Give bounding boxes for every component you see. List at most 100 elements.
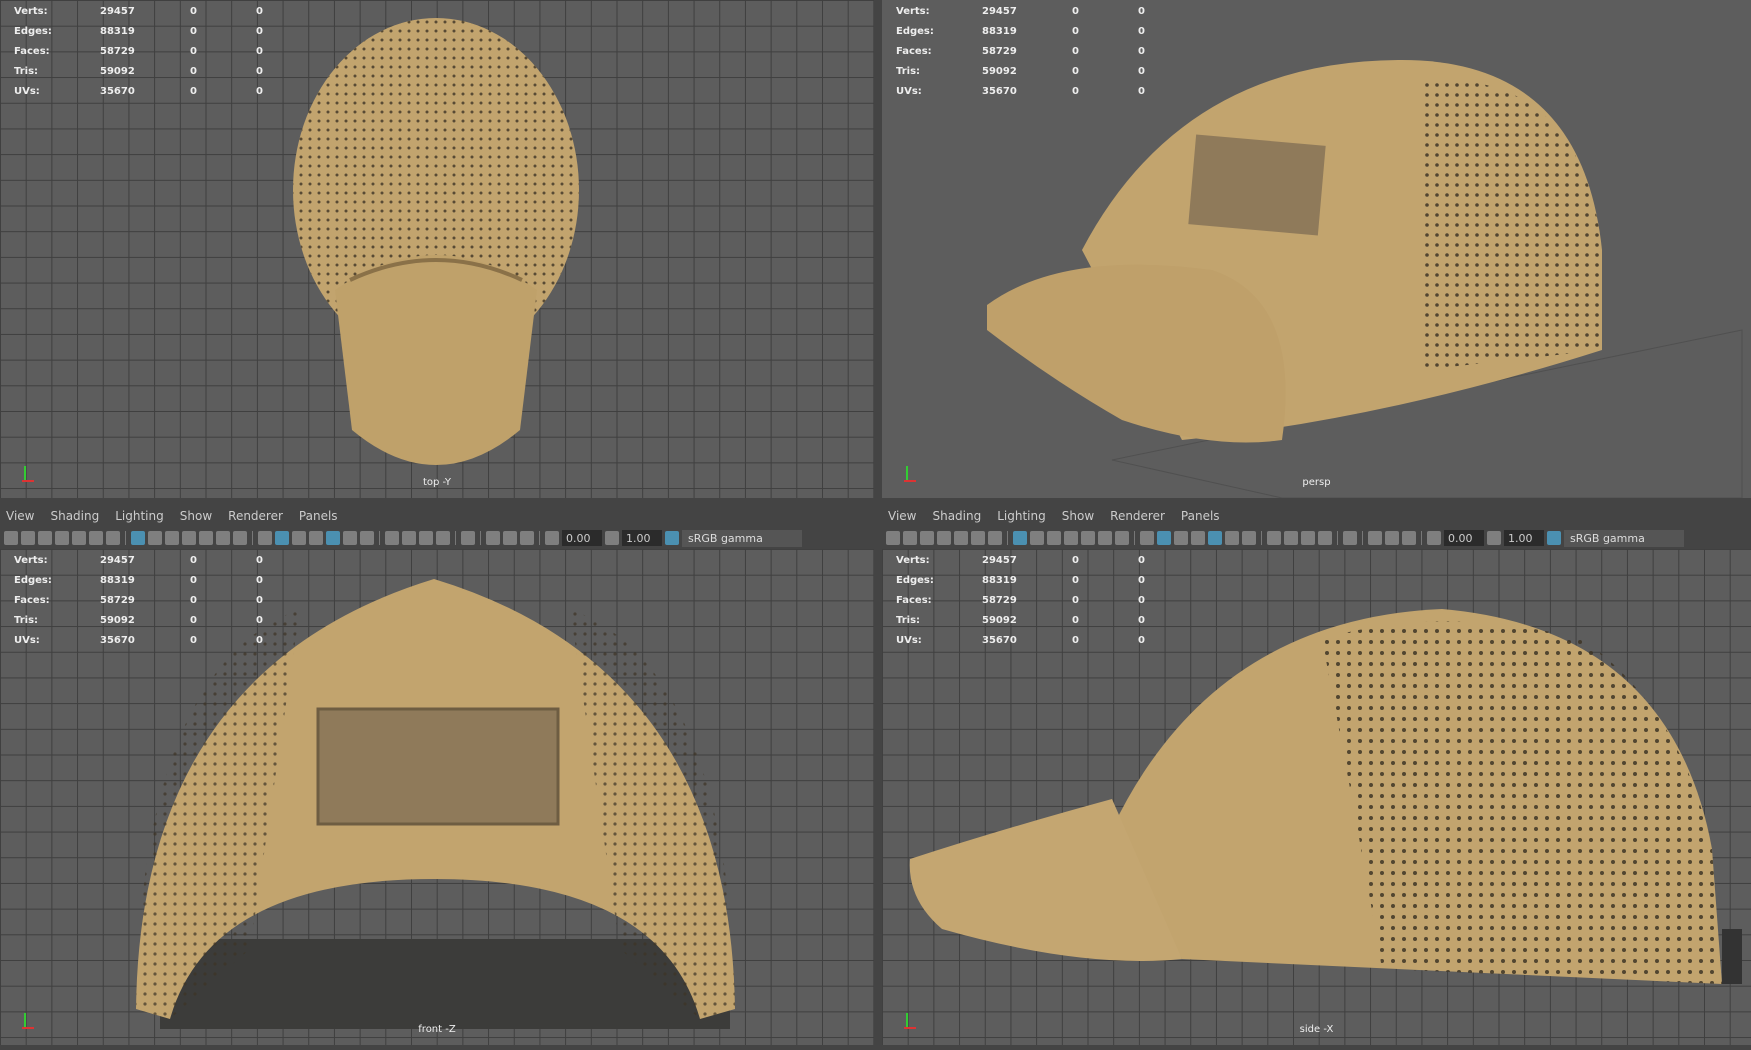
viewport-persp[interactable]: persp Verts: 29457 0 0 Edges: 88319 0 0 Faces: 58… bbox=[882, 0, 1751, 498]
ambient-occlusion-icon[interactable] bbox=[1267, 531, 1281, 545]
use-lights-icon[interactable] bbox=[1225, 531, 1239, 545]
field-chart-icon[interactable] bbox=[199, 531, 213, 545]
depth-of-field-icon[interactable] bbox=[436, 531, 450, 545]
menu-panels[interactable]: Panels bbox=[1181, 509, 1220, 523]
gate-mask-icon[interactable] bbox=[1064, 531, 1078, 545]
hud-value: 59092 bbox=[100, 66, 135, 77]
viewport-front[interactable]: front -Z Verts: 29457 0 0 Edges: 88319 0 0 Faces… bbox=[0, 549, 874, 1045]
smooth-shade-icon[interactable] bbox=[275, 531, 289, 545]
resolution-gate-icon[interactable] bbox=[165, 531, 179, 545]
camera-attr-icon[interactable] bbox=[920, 531, 934, 545]
film-gate-icon[interactable] bbox=[148, 531, 162, 545]
2d-pan-icon[interactable] bbox=[988, 531, 1002, 545]
hud-row: Edges: 88319 0 0 bbox=[14, 22, 322, 42]
motion-blur-icon[interactable] bbox=[402, 531, 416, 545]
isolate-select-icon[interactable] bbox=[461, 531, 475, 545]
safe-action-icon[interactable] bbox=[1098, 531, 1112, 545]
2d-pan-icon[interactable] bbox=[106, 531, 120, 545]
camera-lock-icon[interactable] bbox=[903, 531, 917, 545]
menu-renderer[interactable]: Renderer bbox=[228, 509, 283, 523]
hud-sel2: 0 bbox=[1138, 46, 1145, 57]
xray-icon[interactable] bbox=[326, 531, 340, 545]
grease-pencil-icon[interactable] bbox=[89, 531, 103, 545]
xray-joints-icon[interactable] bbox=[1368, 531, 1382, 545]
default-material-icon[interactable] bbox=[1174, 531, 1188, 545]
use-lights-icon[interactable] bbox=[343, 531, 357, 545]
hud-row: Tris: 59092 0 0 bbox=[896, 611, 1204, 631]
xray-active-icon[interactable] bbox=[503, 531, 517, 545]
camera-attr-icon[interactable] bbox=[38, 531, 52, 545]
color-management-toggle-icon[interactable] bbox=[1547, 531, 1561, 545]
menu-shading[interactable]: Shading bbox=[932, 509, 981, 523]
viewport-top[interactable]: top -Y Verts: 29457 0 0 Edges: 88319 0 0 Faces: 5… bbox=[0, 0, 874, 498]
shadows-icon[interactable] bbox=[360, 531, 374, 545]
panel-top: top -Y Verts: 29457 0 0 Edges: 88319 0 0 Faces: 5… bbox=[0, 0, 876, 500]
hud-value: 35670 bbox=[982, 86, 1017, 97]
camera-icon[interactable] bbox=[886, 531, 900, 545]
gamma-field[interactable]: 1.00 bbox=[1504, 530, 1544, 546]
hud-row: Faces: 58729 0 0 bbox=[896, 42, 1204, 62]
menu-panels[interactable]: Panels bbox=[299, 509, 338, 523]
hud-label: UVs: bbox=[14, 86, 40, 97]
wireframe-on-shaded-icon[interactable] bbox=[309, 531, 323, 545]
menu-view[interactable]: View bbox=[6, 509, 34, 523]
anti-alias-icon[interactable] bbox=[1301, 531, 1315, 545]
menu-show[interactable]: Show bbox=[1062, 509, 1094, 523]
safe-title-icon[interactable] bbox=[233, 531, 247, 545]
grid-icon[interactable] bbox=[1013, 531, 1027, 545]
grid-icon[interactable] bbox=[131, 531, 145, 545]
xray-joints-icon[interactable] bbox=[486, 531, 500, 545]
viewport-side[interactable]: side -X Verts: 29457 0 0 Edges: 88319 0 0 Faces:… bbox=[882, 549, 1751, 1045]
backface-icon[interactable] bbox=[520, 531, 534, 545]
image-plane-icon[interactable] bbox=[72, 531, 86, 545]
camera-icon[interactable] bbox=[4, 531, 18, 545]
motion-blur-icon[interactable] bbox=[1284, 531, 1298, 545]
grease-pencil-icon[interactable] bbox=[971, 531, 985, 545]
hud-label: Edges: bbox=[14, 575, 52, 586]
hud-sel: 0 bbox=[190, 66, 197, 77]
camera-label: side -X bbox=[1299, 1024, 1334, 1035]
shadows-icon[interactable] bbox=[1242, 531, 1256, 545]
image-plane-icon[interactable] bbox=[954, 531, 968, 545]
bookmark-icon[interactable] bbox=[55, 531, 69, 545]
smooth-shade-icon[interactable] bbox=[1157, 531, 1171, 545]
gate-mask-icon[interactable] bbox=[182, 531, 196, 545]
hud-label: Edges: bbox=[14, 26, 52, 37]
gamma-field[interactable]: 1.00 bbox=[622, 530, 662, 546]
menu-shading[interactable]: Shading bbox=[50, 509, 99, 523]
exposure-field[interactable]: 0.00 bbox=[562, 530, 602, 546]
safe-title-icon[interactable] bbox=[1115, 531, 1129, 545]
xray-active-icon[interactable] bbox=[1385, 531, 1399, 545]
hud-sel2: 0 bbox=[256, 26, 263, 37]
color-management-toggle-icon[interactable] bbox=[665, 531, 679, 545]
wireframe-icon[interactable] bbox=[1140, 531, 1154, 545]
wireframe-on-shaded-icon[interactable] bbox=[1191, 531, 1205, 545]
menu-renderer[interactable]: Renderer bbox=[1110, 509, 1165, 523]
camera-lock-icon[interactable] bbox=[21, 531, 35, 545]
backface-icon[interactable] bbox=[1402, 531, 1416, 545]
hud-value: 58729 bbox=[100, 46, 135, 57]
depth-of-field-icon[interactable] bbox=[1318, 531, 1332, 545]
panel-persp: persp Verts: 29457 0 0 Edges: 88319 0 0 Faces: 58… bbox=[882, 0, 1751, 500]
resolution-gate-icon[interactable] bbox=[1047, 531, 1061, 545]
menu-view[interactable]: View bbox=[888, 509, 916, 523]
menu-show[interactable]: Show bbox=[180, 509, 212, 523]
xray-icon[interactable] bbox=[1208, 531, 1222, 545]
isolate-select-icon[interactable] bbox=[1343, 531, 1357, 545]
exposure-field[interactable]: 0.00 bbox=[1444, 530, 1484, 546]
field-chart-icon[interactable] bbox=[1081, 531, 1095, 545]
wireframe-icon[interactable] bbox=[258, 531, 272, 545]
safe-action-icon[interactable] bbox=[216, 531, 230, 545]
exposure-icon bbox=[1427, 531, 1441, 545]
film-gate-icon[interactable] bbox=[1030, 531, 1044, 545]
menu-lighting[interactable]: Lighting bbox=[997, 509, 1046, 523]
color-space-dropdown[interactable]: sRGB gamma bbox=[682, 529, 802, 547]
anti-alias-icon[interactable] bbox=[419, 531, 433, 545]
color-space-dropdown[interactable]: sRGB gamma bbox=[1564, 529, 1684, 547]
menu-lighting[interactable]: Lighting bbox=[115, 509, 164, 523]
ambient-occlusion-icon[interactable] bbox=[385, 531, 399, 545]
default-material-icon[interactable] bbox=[292, 531, 306, 545]
bookmark-icon[interactable] bbox=[937, 531, 951, 545]
hud-row: Faces: 58729 0 0 bbox=[14, 591, 322, 611]
hud-value: 59092 bbox=[100, 615, 135, 626]
